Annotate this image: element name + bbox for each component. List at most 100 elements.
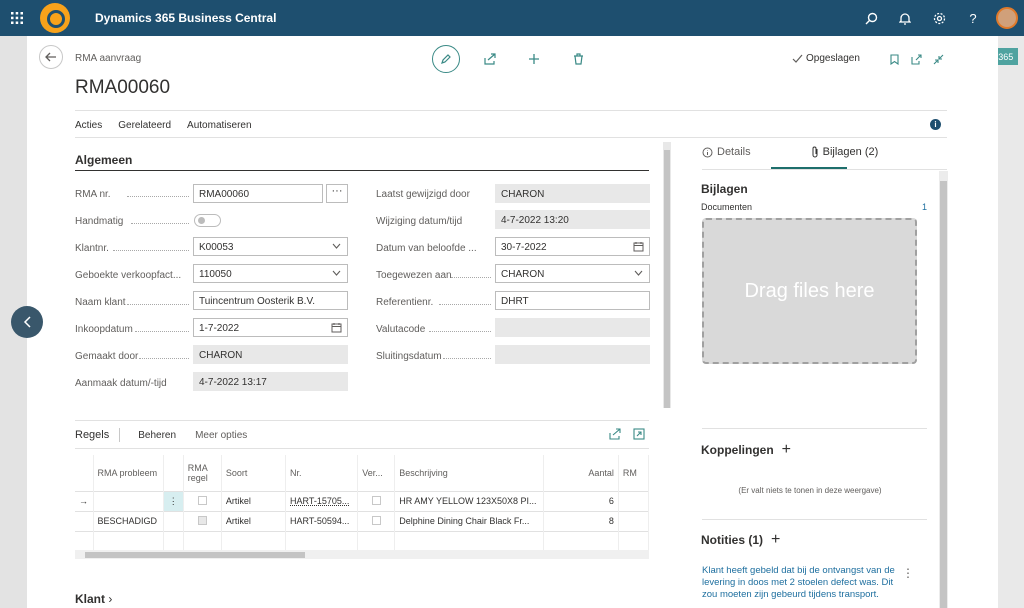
bell-icon[interactable] — [888, 0, 922, 36]
purchase-date-field[interactable]: 1-7-2022 — [193, 318, 348, 337]
active-tab-indicator — [771, 167, 847, 169]
cell-description[interactable]: Delphine Dining Chair Black Fr... — [394, 510, 544, 531]
chevron-down-icon — [634, 270, 643, 276]
column-header-rma-problem[interactable]: RMA probleem — [93, 455, 164, 491]
search-icon[interactable] — [854, 0, 888, 36]
avatar[interactable] — [996, 7, 1018, 29]
column-header-description[interactable]: Beschrijving — [394, 455, 544, 491]
cell-rm[interactable] — [618, 510, 650, 531]
modified-datetime-field: 4-7-2022 13:20 — [495, 210, 650, 229]
rma-line-checkbox[interactable] — [197, 515, 207, 525]
cell-no[interactable]: HART-15705... — [285, 490, 359, 511]
add-note-icon[interactable]: + — [771, 531, 780, 549]
cell-type[interactable]: Artikel — [221, 490, 287, 511]
cell-rma-problem[interactable] — [93, 490, 164, 511]
reference-no-field[interactable]: DHRT — [495, 291, 650, 310]
open-new-window-icon[interactable] — [905, 50, 927, 68]
cell-type[interactable]: Artikel — [221, 510, 287, 531]
lines-manage-button[interactable]: Beheren — [138, 430, 176, 441]
bookmark-icon[interactable] — [883, 50, 905, 68]
file-drop-zone[interactable]: Drag files here — [702, 218, 917, 364]
cell-rma-line[interactable] — [183, 490, 222, 511]
note-more-icon[interactable]: ⋮ — [902, 566, 914, 580]
content-scrollbar[interactable] — [663, 142, 671, 408]
variant-checkbox[interactable] — [371, 515, 381, 525]
rma-line-checkbox[interactable] — [197, 495, 207, 505]
column-header-type[interactable]: Soort — [221, 455, 287, 491]
info-icon[interactable]: i — [930, 119, 941, 130]
promised-date-field[interactable]: 30-7-2022 — [495, 237, 650, 256]
rma-nr-field[interactable]: RMA00060 — [193, 184, 323, 203]
posted-invoice-select[interactable]: 110050 — [193, 264, 348, 283]
documents-count[interactable]: 1 — [922, 202, 927, 212]
tab-attachments[interactable]: Bijlagen (2) — [811, 146, 909, 158]
column-header-rm[interactable]: RM — [618, 455, 650, 491]
cell-variant[interactable] — [357, 490, 396, 511]
saved-status: Opgeslagen — [792, 53, 860, 64]
app-launcher-icon[interactable] — [2, 0, 32, 36]
edit-button[interactable] — [432, 45, 460, 73]
factbox-scrollbar[interactable] — [939, 171, 948, 608]
section-title-customer[interactable]: Klant › — [75, 592, 112, 606]
empty-cell — [618, 530, 650, 551]
field-label-manual: Handmatig — [75, 216, 124, 227]
dotted-leader — [131, 223, 189, 224]
share-button[interactable] — [476, 45, 504, 73]
cell-no[interactable]: HART-50594... — [285, 510, 359, 531]
lines-more-options-button[interactable]: Meer opties — [195, 430, 247, 441]
cell-rm[interactable] — [618, 490, 650, 511]
collapse-icon[interactable] — [927, 50, 949, 68]
assigned-to-select[interactable]: CHARON — [495, 264, 650, 283]
cell-quantity[interactable]: 8 — [543, 510, 619, 531]
cell-rma-problem[interactable]: BESCHADIGD — [93, 510, 164, 531]
row-menu-icon[interactable]: ⋮ — [163, 490, 184, 511]
row-indicator-icon[interactable] — [75, 510, 94, 531]
calendar-icon[interactable] — [331, 322, 342, 333]
cell-variant[interactable] — [357, 510, 396, 531]
lines-table: RMA probleem RMA regel Soort Nr. Ver... … — [75, 455, 650, 551]
share-icon[interactable] — [609, 428, 621, 443]
variant-checkbox[interactable] — [371, 495, 381, 505]
cell-quantity[interactable]: 6 — [543, 490, 619, 511]
lines-horizontal-scrollbar[interactable] — [75, 550, 649, 559]
tab-details[interactable]: Details — [702, 146, 781, 158]
notes-header: Notities (1) + — [701, 531, 780, 549]
help-icon[interactable]: ? — [956, 0, 990, 36]
calendar-icon[interactable] — [633, 241, 644, 252]
gear-icon[interactable] — [922, 0, 956, 36]
expand-icon[interactable] — [633, 428, 645, 443]
row-indicator-icon[interactable]: → — [75, 490, 94, 511]
table-row[interactable] — [75, 530, 650, 551]
column-header-quantity[interactable]: Aantal — [543, 455, 619, 491]
column-header-no[interactable]: Nr. — [285, 455, 359, 491]
table-row[interactable]: → ⋮ Artikel HART-15705... HR AMY YELLOW … — [75, 490, 650, 511]
add-link-icon[interactable]: + — [782, 441, 791, 459]
customer-no-select[interactable]: K00053 — [193, 237, 348, 256]
previous-record-button[interactable] — [11, 306, 43, 338]
closing-date-field — [495, 345, 650, 364]
manual-toggle[interactable] — [194, 214, 221, 227]
cell-description[interactable]: HR AMY YELLOW 123X50X8 PI... — [394, 490, 544, 511]
lookup-button[interactable]: ··· — [326, 184, 348, 203]
dotted-leader — [127, 304, 189, 305]
customer-name-field[interactable]: Tuincentrum Oosterik B.V. — [193, 291, 348, 310]
column-header-variant[interactable]: Ver... — [357, 455, 396, 491]
menu-automate[interactable]: Automatiseren — [187, 120, 251, 131]
menu-related[interactable]: Gerelateerd — [118, 120, 171, 131]
menu-actions[interactable]: Acties — [75, 120, 102, 131]
note-text[interactable]: Klant heeft gebeld dat bij de ontvangst … — [702, 565, 902, 601]
tab-attachments-label: Bijlagen (2) — [822, 146, 879, 158]
cell-rma-line[interactable] — [183, 510, 222, 531]
row-menu-icon[interactable] — [163, 510, 184, 531]
delete-button[interactable] — [564, 45, 592, 73]
column-header-rma-line[interactable]: RMA regel — [183, 455, 222, 491]
record-card: RMA aanvraag RMA00060 Opgeslagen Acties … — [27, 36, 998, 608]
table-row[interactable]: BESCHADIGD Artikel HART-50594... Delphin… — [75, 510, 650, 531]
customer-section-label: Klant — [75, 592, 105, 606]
back-button[interactable] — [39, 45, 63, 69]
header-divider — [75, 110, 947, 111]
chevron-down-icon — [332, 270, 341, 276]
new-button[interactable] — [520, 45, 548, 73]
table-header-row: RMA probleem RMA regel Soort Nr. Ver... … — [75, 455, 650, 491]
links-title: Koppelingen — [701, 443, 774, 457]
